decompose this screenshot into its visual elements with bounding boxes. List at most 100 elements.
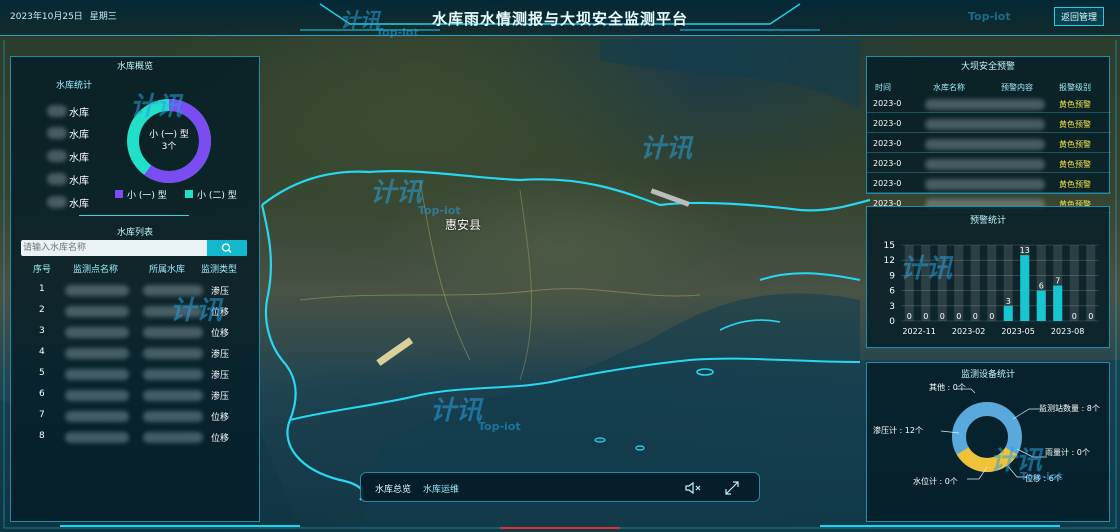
bar <box>1020 255 1030 321</box>
warning-time: 2023-0 <box>873 139 902 148</box>
reservoir-list-title: 水库列表 <box>116 228 153 238</box>
warning-row[interactable]: 2023-0 黄色预警 <box>867 95 1111 113</box>
watermark-sub: Top-iot <box>1020 470 1063 483</box>
county-label: 惠安县 <box>445 218 482 232</box>
warning-row[interactable]: 2023-0 黄色预警 <box>867 155 1111 173</box>
warning-time: 2023-0 <box>873 179 902 188</box>
watermark-sub: Top-iot <box>376 26 419 39</box>
bar-background <box>987 245 997 321</box>
redacted-point-name <box>65 285 129 296</box>
bar-value-label: 0 <box>989 312 994 321</box>
legend-swatch <box>185 190 193 198</box>
monitor-type: 渗压 <box>211 371 230 381</box>
warning-level: 黄色预警 <box>1059 140 1091 149</box>
redacted-point-name <box>65 369 129 380</box>
search-input[interactable] <box>23 241 211 255</box>
monitor-type: 渗压 <box>211 350 230 360</box>
redacted-reservoir-name <box>143 432 203 443</box>
x-tick-label: 2023-05 <box>1001 327 1034 336</box>
redacted-warning-info <box>925 119 1045 130</box>
redacted-warning-info <box>925 139 1045 150</box>
tab-maintenance[interactable]: 水库运维 <box>423 482 459 495</box>
bar-value-label: 0 <box>940 312 945 321</box>
reservoir-overview-panel: 水库概览 水库统计 水库 水库 水库 水库 水库 小 (一) 型 3个 小 (一… <box>10 56 260 522</box>
warning-level: 黄色预警 <box>1059 160 1091 169</box>
bar-background <box>921 245 931 321</box>
device-label-water-level: 水位计 : 0个 <box>913 477 958 486</box>
bar-background <box>954 245 964 321</box>
tab-overview[interactable]: 水库总览 <box>375 482 411 495</box>
dam-warning-title: 大坝安全预警 <box>960 62 1015 72</box>
table-row[interactable]: 5 渗压 <box>11 365 261 383</box>
redacted-point-name <box>65 390 129 401</box>
monitor-type: 位移 <box>211 329 230 339</box>
redacted-point-name <box>65 348 129 359</box>
y-tick-label: 12 <box>884 256 895 266</box>
redacted-reservoir-name <box>143 348 203 359</box>
bar-value-label: 0 <box>923 312 928 321</box>
warning-level: 黄色预警 <box>1059 180 1091 189</box>
overview-title: 水库概览 <box>116 62 153 72</box>
bar <box>1036 290 1046 321</box>
warning-row[interactable]: 2023-0 黄色预警 <box>867 135 1111 153</box>
row-number: 8 <box>39 431 45 441</box>
donut-legend: 小 (一) 型 小 (二) 型 <box>115 188 255 202</box>
device-stats-panel: 监测设备统计 其他 : 0个 监测站数量 : 8个 渗压计 : 12个 雨量计 … <box>866 362 1110 522</box>
bottom-toolbar: 水库总览 水库运维 <box>360 472 760 502</box>
bar-background <box>904 245 914 321</box>
redacted-point-name <box>65 306 129 317</box>
redacted-point-name <box>65 432 129 443</box>
monitor-type: 位移 <box>211 434 230 444</box>
redacted-reservoir-name <box>143 411 203 422</box>
bar-value-label: 0 <box>973 312 978 321</box>
table-row[interactable]: 4 渗压 <box>11 344 261 362</box>
warning-row[interactable]: 2023-0 黄色预警 <box>867 115 1111 133</box>
redacted-reservoir-name <box>143 369 203 380</box>
row-number: 4 <box>39 347 45 357</box>
table-row[interactable]: 1 渗压 <box>11 281 261 299</box>
bar-value-label: 0 <box>1072 312 1077 321</box>
warning-row[interactable]: 2023-0 黄色预警 <box>867 175 1111 193</box>
dam-warning-panel: 大坝安全预警 时间 水库名称 预警内容 报警级别 2023-0 黄色预警 2023-… <box>866 56 1111 213</box>
search-icon <box>221 243 232 253</box>
bar-background <box>1069 245 1079 321</box>
redacted-reservoir-name <box>143 327 203 338</box>
bar-background <box>970 245 980 321</box>
fullscreen-icon[interactable] <box>723 479 741 497</box>
mute-icon[interactable] <box>683 480 703 496</box>
redacted-reservoir-name <box>143 285 203 296</box>
device-label-stations: 监测站数量 : 8个 <box>1039 404 1100 413</box>
table-row[interactable]: 6 渗压 <box>11 386 261 404</box>
table-row[interactable]: 8 位移 <box>11 428 261 446</box>
row-number: 2 <box>39 305 45 315</box>
search-button[interactable] <box>207 240 247 256</box>
table-row[interactable]: 2 位移 <box>11 302 261 320</box>
divider <box>79 215 189 216</box>
bar-value-label: 6 <box>1039 282 1044 291</box>
monitor-type: 位移 <box>211 413 230 423</box>
redacted-point-name <box>65 327 129 338</box>
table-row[interactable]: 7 位移 <box>11 407 261 425</box>
x-tick-label: 2023-08 <box>1051 327 1084 336</box>
stats-title: 水库统计 <box>55 81 92 91</box>
redacted-point-name <box>65 411 129 422</box>
device-label-rain: 雨量计 : 0个 <box>1045 448 1090 457</box>
top-bar: 2023年10月25日 星期三 水库雨水情测报与大坝安全监测平台 返回管理 <box>0 0 1120 36</box>
y-tick-label: 3 <box>889 302 895 312</box>
row-number: 7 <box>39 410 45 420</box>
y-tick-label: 9 <box>889 271 895 281</box>
redacted-reservoir-name <box>143 390 203 401</box>
watermark-sub: Top-iot <box>968 10 1011 23</box>
table-row[interactable]: 3 位移 <box>11 323 261 341</box>
back-to-admin-button[interactable]: 返回管理 <box>1053 7 1104 26</box>
warning-level: 黄色预警 <box>1059 100 1091 109</box>
warning-header: 时间 水库名称 预警内容 报警级别 <box>875 83 1091 92</box>
bar-value-label: 13 <box>1020 246 1030 255</box>
search-box <box>21 240 247 256</box>
stat-row: 水库 <box>47 148 97 164</box>
redacted-warning-info <box>925 159 1045 170</box>
bar-value-label: 3 <box>1006 297 1011 306</box>
redacted-warning-info <box>925 179 1045 190</box>
stat-row: 水库 <box>47 194 97 210</box>
bar <box>1053 285 1063 321</box>
